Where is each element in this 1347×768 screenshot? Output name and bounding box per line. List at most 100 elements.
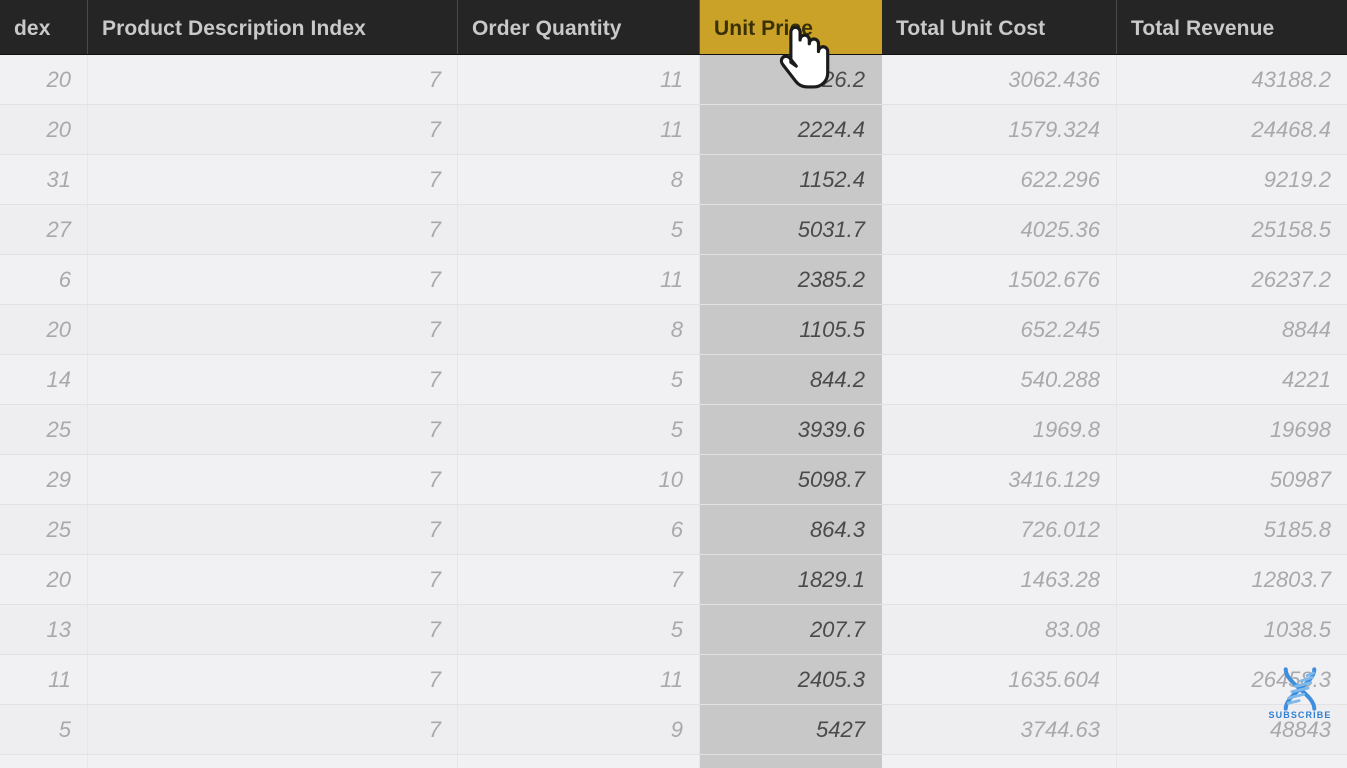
cell-total_revenue[interactable]: 24468.4	[1117, 105, 1347, 154]
table-row[interactable]: 31 7 8 1152.4 622.296 9219.2	[0, 155, 1347, 205]
cell-total_unit_cost[interactable]	[882, 755, 1117, 768]
cell-index[interactable]: 14	[0, 355, 88, 404]
cell-order_quantity[interactable]: 5	[458, 355, 700, 404]
table-row[interactable]: 6 7 11 2385.2 1502.676 26237.2	[0, 255, 1347, 305]
cell-order_quantity[interactable]: 9	[458, 705, 700, 754]
cell-order_quantity[interactable]: 5	[458, 405, 700, 454]
column-header-order_quantity[interactable]: Order Quantity	[458, 0, 700, 54]
cell-total_revenue[interactable]: 5185.8	[1117, 505, 1347, 554]
cell-product_desc_idx[interactable]: 7	[88, 405, 458, 454]
cell-unit_price[interactable]: 1152.4	[700, 155, 882, 204]
cell-product_desc_idx[interactable]: 7	[88, 505, 458, 554]
cell-total_unit_cost[interactable]: 540.288	[882, 355, 1117, 404]
column-header-unit_price[interactable]: Unit Price	[700, 0, 882, 54]
cell-index[interactable]	[0, 755, 88, 768]
cell-total_revenue[interactable]: 50987	[1117, 455, 1347, 504]
cell-total_revenue[interactable]: 26237.2	[1117, 255, 1347, 304]
column-header-product_desc_idx[interactable]: Product Description Index	[88, 0, 458, 54]
table-row[interactable]: 27 7 5 5031.7 4025.36 25158.5	[0, 205, 1347, 255]
cell-total_unit_cost[interactable]: 3062.436	[882, 55, 1117, 104]
cell-unit_price[interactable]: 26.2	[700, 55, 882, 104]
cell-total_revenue[interactable]: 1038.5	[1117, 605, 1347, 654]
cell-order_quantity[interactable]: 5	[458, 205, 700, 254]
cell-total_revenue[interactable]: 26458.3	[1117, 655, 1347, 704]
cell-order_quantity[interactable]: 11	[458, 105, 700, 154]
cell-order_quantity[interactable]: 6	[458, 505, 700, 554]
cell-total_unit_cost[interactable]: 3416.129	[882, 455, 1117, 504]
cell-order_quantity[interactable]: 7	[458, 555, 700, 604]
table-row[interactable]: 29 7 10 5098.7 3416.129 50987	[0, 455, 1347, 505]
cell-product_desc_idx[interactable]: 7	[88, 55, 458, 104]
cell-product_desc_idx[interactable]: 7	[88, 705, 458, 754]
column-header-index[interactable]: dex	[0, 0, 88, 54]
cell-unit_price[interactable]: 2385.2	[700, 255, 882, 304]
cell-total_unit_cost[interactable]: 622.296	[882, 155, 1117, 204]
table-row[interactable]: 13 7 5 207.7 83.08 1038.5	[0, 605, 1347, 655]
cell-unit_price[interactable]: 2224.4	[700, 105, 882, 154]
table-row[interactable]: 25 7 6 864.3 726.012 5185.8	[0, 505, 1347, 555]
cell-total_revenue[interactable]: 9219.2	[1117, 155, 1347, 204]
cell-index[interactable]: 5	[0, 705, 88, 754]
cell-total_unit_cost[interactable]: 726.012	[882, 505, 1117, 554]
cell-product_desc_idx[interactable]	[88, 755, 458, 768]
cell-index[interactable]: 29	[0, 455, 88, 504]
cell-index[interactable]: 20	[0, 555, 88, 604]
table-row[interactable]: 11 7 11 2405.3 1635.604 26458.3	[0, 655, 1347, 705]
cell-index[interactable]: 13	[0, 605, 88, 654]
cell-index[interactable]: 31	[0, 155, 88, 204]
cell-unit_price[interactable]: 1829.1	[700, 555, 882, 604]
cell-unit_price[interactable]: 5098.7	[700, 455, 882, 504]
cell-product_desc_idx[interactable]: 7	[88, 455, 458, 504]
cell-order_quantity[interactable]: 11	[458, 655, 700, 704]
table-row[interactable]	[0, 755, 1347, 768]
table-row[interactable]: 20 7 11 2224.4 1579.324 24468.4	[0, 105, 1347, 155]
cell-index[interactable]: 25	[0, 505, 88, 554]
cell-order_quantity[interactable]: 8	[458, 155, 700, 204]
cell-unit_price[interactable]: 864.3	[700, 505, 882, 554]
cell-order_quantity[interactable]: 11	[458, 55, 700, 104]
cell-total_unit_cost[interactable]: 83.08	[882, 605, 1117, 654]
cell-total_unit_cost[interactable]: 1635.604	[882, 655, 1117, 704]
cell-total_unit_cost[interactable]: 1463.28	[882, 555, 1117, 604]
cell-index[interactable]: 6	[0, 255, 88, 304]
cell-unit_price[interactable]: 207.7	[700, 605, 882, 654]
cell-index[interactable]: 11	[0, 655, 88, 704]
cell-total_revenue[interactable]: 43188.2	[1117, 55, 1347, 104]
table-row[interactable]: 14 7 5 844.2 540.288 4221	[0, 355, 1347, 405]
cell-order_quantity[interactable]: 10	[458, 455, 700, 504]
cell-total_revenue[interactable]	[1117, 755, 1347, 768]
cell-index[interactable]: 20	[0, 105, 88, 154]
cell-order_quantity[interactable]: 8	[458, 305, 700, 354]
cell-total_unit_cost[interactable]: 1579.324	[882, 105, 1117, 154]
cell-unit_price[interactable]: 844.2	[700, 355, 882, 404]
table-row[interactable]: 20 7 11 26.2 3062.436 43188.2	[0, 55, 1347, 105]
cell-total_revenue[interactable]: 8844	[1117, 305, 1347, 354]
cell-total_revenue[interactable]: 25158.5	[1117, 205, 1347, 254]
column-header-total_unit_cost[interactable]: Total Unit Cost	[882, 0, 1117, 54]
cell-total_revenue[interactable]: 48843	[1117, 705, 1347, 754]
cell-total_revenue[interactable]: 19698	[1117, 405, 1347, 454]
cell-product_desc_idx[interactable]: 7	[88, 355, 458, 404]
cell-product_desc_idx[interactable]: 7	[88, 305, 458, 354]
cell-order_quantity[interactable]: 5	[458, 605, 700, 654]
table-row[interactable]: 20 7 7 1829.1 1463.28 12803.7	[0, 555, 1347, 605]
cell-product_desc_idx[interactable]: 7	[88, 155, 458, 204]
cell-total_unit_cost[interactable]: 652.245	[882, 305, 1117, 354]
cell-total_unit_cost[interactable]: 4025.36	[882, 205, 1117, 254]
cell-unit_price[interactable]: 3939.6	[700, 405, 882, 454]
table-row[interactable]: 5 7 9 5427 3744.63 48843	[0, 705, 1347, 755]
cell-index[interactable]: 20	[0, 305, 88, 354]
cell-index[interactable]: 25	[0, 405, 88, 454]
cell-order_quantity[interactable]: 11	[458, 255, 700, 304]
cell-index[interactable]: 27	[0, 205, 88, 254]
cell-total_unit_cost[interactable]: 3744.63	[882, 705, 1117, 754]
cell-total_revenue[interactable]: 4221	[1117, 355, 1347, 404]
table-row[interactable]: 20 7 8 1105.5 652.245 8844	[0, 305, 1347, 355]
cell-total_unit_cost[interactable]: 1969.8	[882, 405, 1117, 454]
cell-unit_price[interactable]	[700, 755, 882, 768]
cell-unit_price[interactable]: 1105.5	[700, 305, 882, 354]
cell-product_desc_idx[interactable]: 7	[88, 555, 458, 604]
cell-total_unit_cost[interactable]: 1502.676	[882, 255, 1117, 304]
cell-product_desc_idx[interactable]: 7	[88, 255, 458, 304]
cell-unit_price[interactable]: 5427	[700, 705, 882, 754]
